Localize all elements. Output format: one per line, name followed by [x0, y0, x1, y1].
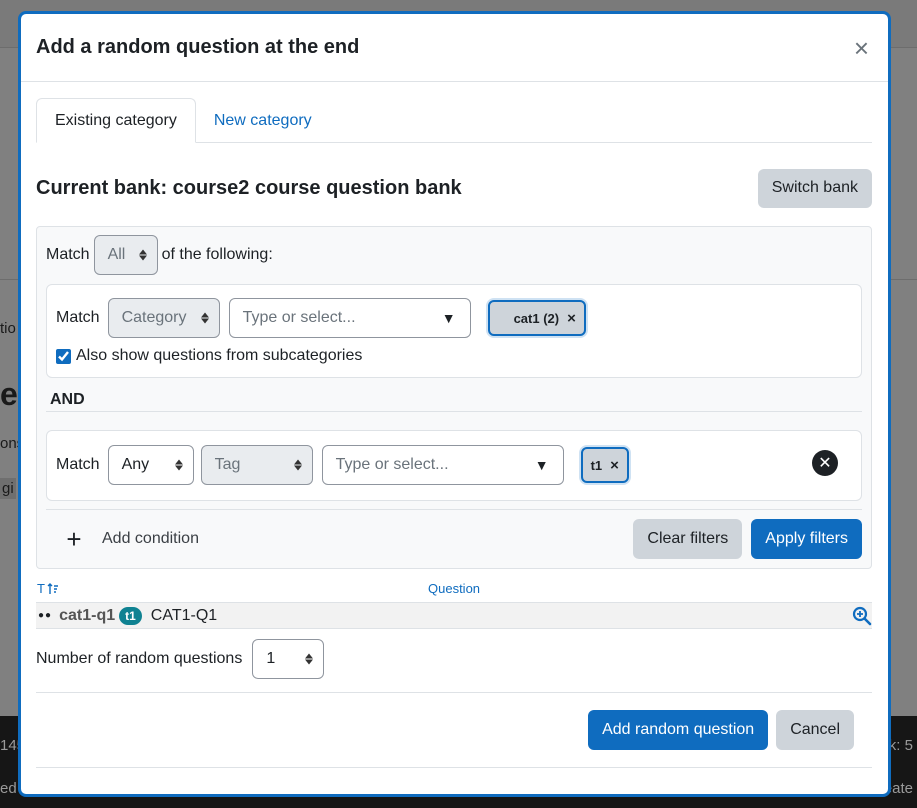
divider [46, 411, 862, 412]
apply-filters-button[interactable]: Apply filters [751, 519, 862, 559]
category-chip-label: cat1 (2) [513, 310, 560, 326]
bank-title: Current bank: course2 course question ba… [36, 176, 462, 199]
category-condition: Match Category Type or select... ▼ cat1 … [46, 284, 862, 378]
tag-chip-label: t1 [590, 457, 603, 473]
tab-existing-category[interactable]: Existing category [36, 98, 196, 143]
category-field-value: Category [121, 309, 187, 326]
tab-new-category[interactable]: New category [196, 98, 330, 143]
drag-handle-icon: ●● [38, 610, 53, 621]
tag-match-value: Any [121, 456, 150, 473]
category-tabs: Existing category New category [36, 98, 872, 143]
tag-match-select[interactable]: Any [107, 445, 194, 485]
random-count-select[interactable]: 1 [252, 639, 325, 679]
match-all-value: All [107, 246, 126, 263]
divider [36, 767, 872, 768]
tag-field-select[interactable]: Tag [200, 445, 313, 485]
caret-icon [138, 249, 147, 261]
background-footer-text: ed [0, 780, 17, 797]
tag-condition-row: Match Any Tag Type or select... ▼ t1 × [56, 445, 629, 485]
question-name: cat1-q1 [59, 606, 116, 624]
sort-type-header[interactable]: T [37, 581, 59, 596]
category-chip[interactable]: cat1 (2) × [487, 300, 586, 336]
modal-footer: Add random question Cancel [588, 710, 854, 750]
preview-zoom-icon[interactable] [852, 606, 872, 626]
remove-condition-icon[interactable]: ✕ [812, 450, 838, 476]
subcategories-checkbox[interactable] [56, 348, 71, 364]
subcategories-checkbox-row[interactable]: Also show questions from subcategories [56, 346, 362, 366]
random-count-value: 1 [266, 650, 276, 667]
add-random-question-button[interactable]: Add random question [588, 710, 769, 750]
bank-row: Current bank: course2 course question ba… [36, 168, 872, 208]
type-column-label: T [37, 581, 45, 596]
table-row: ●● cat1-q1 t1 CAT1-Q1 [36, 603, 872, 629]
add-condition-link[interactable]: Add condition [102, 530, 199, 548]
tag-chip[interactable]: t1 × [580, 447, 629, 483]
divider [46, 509, 862, 510]
background-button: gi [0, 478, 16, 499]
close-icon[interactable]: × [850, 31, 873, 65]
cancel-button[interactable]: Cancel [776, 710, 854, 750]
plus-icon[interactable]: + [46, 524, 102, 555]
clear-filters-button[interactable]: Clear filters [633, 519, 743, 559]
random-count-row: Number of random questions 1 [36, 639, 325, 679]
remove-chip-icon[interactable]: × [610, 457, 619, 474]
question-column-header[interactable]: Question [428, 581, 480, 596]
match-suffix: of the following: [161, 246, 273, 263]
random-count-label: Number of random questions [36, 650, 243, 667]
filter-actions: Clear filters Apply filters [633, 519, 862, 559]
background-text: tio [0, 320, 16, 337]
caret-icon [200, 312, 209, 324]
sort-icon [47, 582, 58, 594]
condition-match-label: Match [56, 309, 100, 326]
category-field-select[interactable]: Category [107, 298, 220, 338]
dropdown-arrow-icon[interactable]: ▼ [535, 457, 549, 473]
remove-chip-icon[interactable]: × [567, 310, 576, 327]
caret-icon [293, 459, 302, 471]
tag-condition: Match Any Tag Type or select... ▼ t1 × ✕ [46, 430, 862, 501]
category-condition-row: Match Category Type or select... ▼ cat1 … [56, 298, 586, 338]
tag-search-placeholder: Type or select... [335, 456, 449, 473]
divider [36, 692, 872, 693]
subcategories-checkbox-label: Also show questions from subcategories [76, 347, 363, 364]
dropdown-arrow-icon[interactable]: ▼ [442, 310, 456, 326]
modal-title: Add a random question at the end [36, 36, 360, 58]
category-search-placeholder: Type or select... [242, 309, 356, 326]
tag-field-value: Tag [214, 456, 241, 473]
match-label: Match [46, 246, 90, 263]
condition-match-label: Match [56, 456, 100, 473]
caret-icon [305, 653, 314, 665]
tag-search-input[interactable]: Type or select... ▼ [321, 445, 564, 485]
random-question-modal: Add a random question at the end × Exist… [18, 11, 891, 797]
filter-panel: Match All of the following: Match Catego… [36, 226, 872, 569]
and-label: AND [50, 391, 85, 408]
question-text: CAT1-Q1 [150, 606, 218, 624]
category-search-input[interactable]: Type or select... ▼ [228, 298, 471, 338]
caret-icon [174, 459, 183, 471]
switch-bank-button[interactable]: Switch bank [757, 168, 872, 208]
match-row: Match All of the following: [46, 235, 273, 275]
add-condition-row: + Add condition Clear filters Apply filt… [46, 519, 862, 559]
modal-header: Add a random question at the end × [21, 14, 888, 82]
question-table-header: T Question [36, 575, 872, 603]
match-all-select[interactable]: All [93, 235, 158, 275]
tag-badge: t1 [119, 606, 142, 625]
